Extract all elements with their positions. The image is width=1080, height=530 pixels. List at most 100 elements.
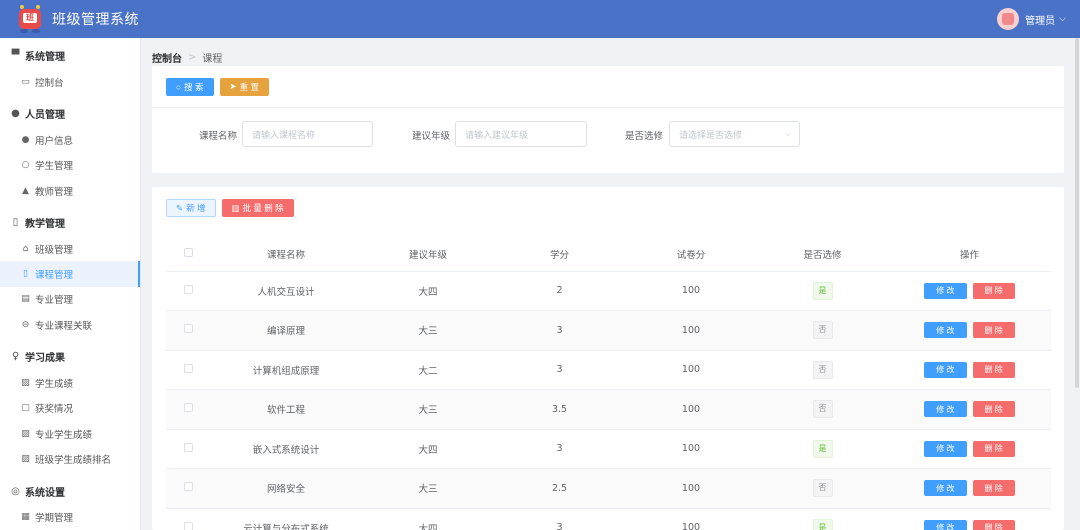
link-icon: ⊖: [21, 319, 30, 330]
delete-button[interactable]: 删 除: [972, 440, 1015, 457]
column-header[interactable]: 建议年级: [362, 238, 494, 272]
cell-score: 100: [625, 508, 757, 530]
file-icon: ▨: [21, 428, 30, 439]
delete-button[interactable]: 删 除: [972, 322, 1015, 339]
breadcrumb-current: 课程: [202, 54, 223, 65]
user-name: 管理员: [1025, 15, 1056, 27]
cell-credit: 3: [494, 508, 625, 530]
sidebar-group-personnel[interactable]: ● 人员管理: [0, 100, 140, 127]
row-checkbox[interactable]: [183, 363, 193, 373]
delete-button[interactable]: 删 除: [972, 401, 1015, 418]
sidebar-group-teaching[interactable]: ▯ 教学管理: [0, 209, 140, 236]
sidebar-group-settings[interactable]: ◎ 系统设置: [0, 478, 140, 505]
elective-select[interactable]: 请选择是否选修 ⌵: [669, 121, 800, 147]
edit-button[interactable]: 修 改: [924, 401, 967, 418]
app-logo-icon: 班: [16, 5, 44, 33]
elective-tag: 否: [812, 321, 833, 340]
sidebar-item-courses[interactable]: ▯ 课程管理: [0, 261, 140, 288]
cell-credit: 2: [494, 271, 625, 311]
user-icon: ●: [11, 108, 20, 120]
edit-button[interactable]: 修 改: [924, 480, 967, 497]
delete-button[interactable]: 删 除: [972, 282, 1015, 299]
row-checkbox[interactable]: [183, 324, 193, 334]
table-header-row: 课程名称 建议年级 学分 试卷分 是否选修 操作: [166, 238, 1051, 272]
user-outline-icon: ○: [21, 160, 30, 171]
row-checkbox[interactable]: [183, 403, 193, 413]
reset-icon: ➤: [229, 81, 237, 91]
cell-credit: 2.5: [494, 468, 625, 509]
sidebar-item-semesters[interactable]: ▦ 学期管理: [0, 505, 140, 530]
cell-score: 100: [625, 429, 757, 469]
edit-icon: ✎: [176, 202, 184, 213]
edit-button[interactable]: 修 改: [924, 282, 967, 299]
table-row: 网络安全 大三 2.5 100 否 修 改删 除: [166, 468, 1051, 509]
column-header[interactable]: 试卷分: [625, 238, 757, 272]
sidebar-item-major-scores[interactable]: ▨ 专业学生成绩: [0, 421, 140, 446]
table-row: 计算机组成原理 大二 3 100 否 修 改删 除: [166, 350, 1051, 390]
cell-course-name: 编译原理: [210, 310, 362, 351]
file-icon: ▨: [21, 453, 30, 464]
avatar: [997, 8, 1020, 30]
row-checkbox[interactable]: [183, 482, 193, 492]
search-form: 课程名称 请输入课程名称 建议年级 请输入建议年级 是否选修 请选择是否选修 ⌵: [152, 121, 1064, 147]
top-header: 班 班级管理系统 管理员 ⌵: [0, 0, 1080, 38]
scrollbar-thumb[interactable]: [1075, 38, 1079, 388]
breadcrumb-root[interactable]: 控制台: [152, 50, 182, 65]
sidebar-item-awards[interactable]: ▢ 获奖情况: [0, 396, 140, 421]
cell-grade: 大四: [362, 429, 494, 469]
sidebar-item-major-course-link[interactable]: ⊖ 专业课程关联: [0, 312, 140, 337]
row-checkbox[interactable]: [183, 521, 193, 530]
select-all-checkbox[interactable]: [183, 248, 193, 258]
sidebar-item-teachers[interactable]: ▲ 教师管理: [0, 178, 140, 203]
sidebar-item-dashboard[interactable]: ▭ 控制台: [0, 69, 140, 94]
table-toolbar: ✎ 新 增 ▥ 批 量 删 除: [166, 199, 300, 217]
elective-tag: 是: [812, 518, 833, 530]
row-checkbox[interactable]: [183, 284, 193, 294]
column-header: 操作: [888, 238, 1051, 272]
course-name-input[interactable]: 请输入课程名称: [242, 121, 373, 147]
search-toolbar: ○ 搜 索 ➤ 重 置: [152, 66, 1064, 108]
grade-label: 建议年级: [412, 131, 451, 142]
cell-grade: 大四: [362, 271, 494, 311]
trophy-icon: ♀: [11, 351, 20, 363]
edit-button[interactable]: 修 改: [924, 440, 967, 457]
sidebar-item-class-ranking[interactable]: ▨ 班级学生成绩排名: [0, 446, 140, 471]
column-header[interactable]: 学分: [494, 238, 625, 272]
sidebar-item-students[interactable]: ○ 学生管理: [0, 153, 140, 178]
grade-input[interactable]: 请输入建议年级: [455, 121, 587, 147]
delete-button[interactable]: 删 除: [972, 361, 1015, 378]
add-button[interactable]: ✎ 新 增: [166, 199, 216, 217]
cell-credit: 3: [494, 429, 625, 469]
row-checkbox[interactable]: [183, 442, 193, 452]
table-row: 编译原理 大三 3 100 否 修 改删 除: [166, 310, 1051, 351]
notebook-icon: ▯: [23, 269, 28, 280]
cell-credit: 3: [494, 350, 625, 390]
column-header[interactable]: 课程名称: [210, 238, 362, 272]
cell-grade: 大二: [362, 350, 494, 390]
search-icon: ○: [176, 81, 182, 92]
search-button[interactable]: ○ 搜 索: [166, 77, 214, 96]
sidebar-item-majors[interactable]: ▤ 专业管理: [0, 287, 140, 312]
edit-button[interactable]: 修 改: [924, 322, 967, 339]
sidebar-item-user-info[interactable]: ● 用户信息: [0, 127, 140, 152]
dashboard-icon: ▭: [21, 76, 30, 87]
edit-button[interactable]: 修 改: [924, 519, 967, 530]
user-menu[interactable]: 管理员 ⌵: [997, 8, 1066, 30]
batch-delete-button[interactable]: ▥ 批 量 删 除: [221, 199, 294, 217]
page-scrollbar[interactable]: [1074, 38, 1080, 530]
chevron-down-icon: ⌵: [1059, 14, 1066, 24]
delete-button[interactable]: 删 除: [972, 480, 1015, 497]
sidebar-item-classes[interactable]: ⌂ 班级管理: [0, 236, 140, 261]
edit-button[interactable]: 修 改: [924, 361, 967, 378]
cell-course-name: 人机交互设计: [210, 271, 362, 311]
home-icon: ⌂: [22, 243, 29, 254]
reset-button[interactable]: ➤ 重 置: [219, 77, 270, 96]
elective-tag: 否: [812, 479, 833, 498]
sidebar-item-student-scores[interactable]: ▨ 学生成绩: [0, 370, 140, 395]
elective-tag: 是: [812, 439, 833, 458]
cell-credit: 3.5: [494, 389, 625, 430]
column-header[interactable]: 是否选修: [757, 238, 888, 272]
sidebar-group-results[interactable]: ♀ 学习成果: [0, 343, 140, 370]
sidebar-group-system[interactable]: ▀ 系统管理: [0, 42, 140, 69]
delete-button[interactable]: 删 除: [972, 519, 1015, 530]
